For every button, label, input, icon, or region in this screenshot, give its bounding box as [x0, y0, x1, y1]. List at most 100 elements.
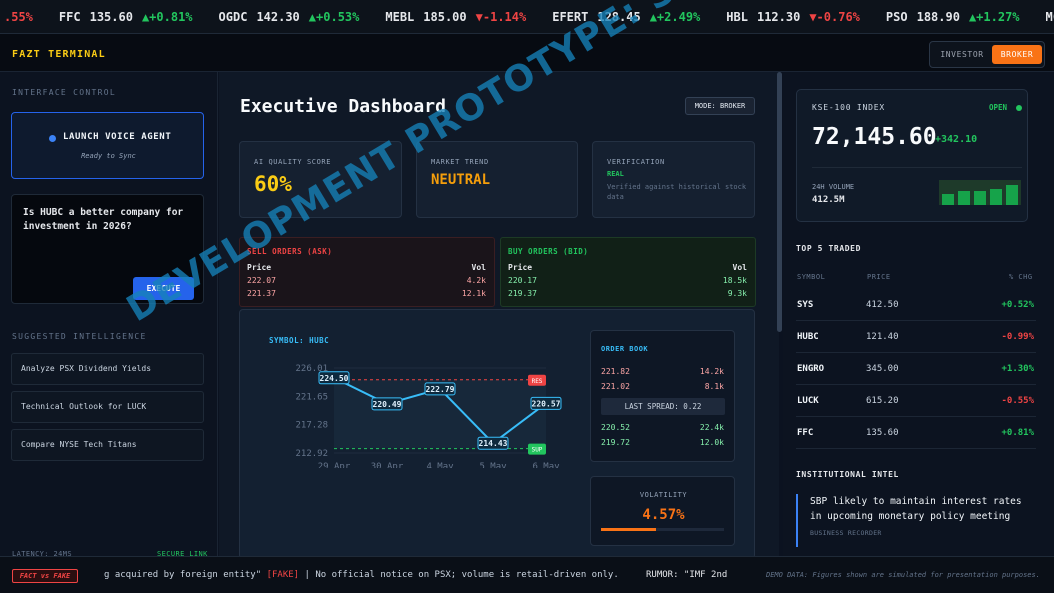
query-input-box[interactable]: Is HUBC a better company for investment …	[11, 194, 204, 304]
ticker-item: HBL 112.30 ▼-0.76%	[726, 10, 860, 24]
vol-cell: 12.1k	[461, 289, 486, 298]
vol-cell: 4.2k	[466, 276, 486, 285]
ticker-symbol: PSO	[885, 9, 908, 24]
order-book-panel: ORDER BOOK 221.82 14.2k 221.02 8.1k LAST S…	[590, 330, 735, 462]
cell-p: 345.00	[866, 364, 899, 374]
chart-symbol-label: SYMBOL: HUBC	[269, 336, 330, 345]
x-tick-label: 5 May	[479, 462, 507, 468]
bottom-bar: FACT vs FAKE g acquired by foreign entit…	[0, 556, 1054, 593]
table-row[interactable]: SYS 412.50 +0.52%	[796, 289, 1036, 321]
sell-orders-title: SELL ORDERS (ASK)	[247, 247, 333, 256]
x-tick-label: 30 Apr	[371, 462, 404, 468]
ticker-symbol: EFERT	[552, 9, 589, 24]
volume-bar	[1006, 185, 1018, 205]
cell-s: FFC	[797, 428, 814, 438]
table-row[interactable]: FFC 135.60 +0.81%	[796, 417, 1036, 449]
suggested-intelligence-label: SUGGESTED INTELLIGENCE	[12, 332, 147, 341]
news-source: BUSINESS RECORDER	[810, 529, 882, 537]
table-row[interactable]: HUBC 121.40 -0.99%	[796, 321, 1036, 353]
y-tick-label: 217.28	[295, 421, 328, 431]
ticker-item: FFC 135.60 ▲+0.81%	[59, 10, 193, 24]
voice-agent-title: LAUNCH VOICE AGENT	[63, 132, 172, 142]
vol-cell: 14.2k	[699, 367, 724, 376]
ticker-item: OGDC 142.30 ▲+0.53%	[219, 10, 360, 24]
market-trend-card: MARKET TREND NEUTRAL	[416, 141, 578, 218]
suggestion-item[interactable]: Analyze PSX Dividend Yields	[11, 353, 204, 385]
table-row: 222.07 4.2k	[247, 276, 486, 285]
price-cell: 220.17	[508, 276, 537, 285]
cell-c: +0.52%	[1001, 300, 1034, 310]
volatility-bar-fill	[601, 528, 657, 531]
table-row: 220.17 18.5k	[508, 276, 747, 285]
col-vol: Vol	[471, 263, 486, 272]
kse-index-card: KSE-100 INDEX OPEN 72,145.60 +342.10 24H…	[796, 89, 1028, 222]
investor-toggle-button[interactable]: INVESTOR	[934, 45, 990, 64]
card-label: MARKET TREND	[431, 158, 489, 166]
launch-voice-agent-button[interactable]: LAUNCH VOICE AGENT Ready to Sync	[11, 112, 204, 179]
ticker-change: ▲+0.53%	[308, 9, 360, 24]
last-spread: LAST SPREAD: 0.22	[601, 398, 725, 415]
order-book-title: ORDER BOOK	[601, 345, 649, 353]
ask-row: 221.82 14.2k	[601, 367, 724, 376]
price-cell: 222.07	[247, 276, 276, 285]
crawl-text: | No official notice on PSX; volume is r…	[304, 570, 619, 580]
ai-quality-card: AI QUALITY SCORE 60%	[239, 141, 402, 218]
ticker-item: .55%	[0, 10, 33, 24]
volume-value: 412.5M	[812, 195, 845, 205]
vol-cell: 8.1k	[704, 382, 724, 391]
index-value: 72,145.60	[812, 124, 937, 150]
ticker-change: ▲+0.81%	[141, 9, 193, 24]
volume-bar	[990, 188, 1002, 205]
data-label: 224.50	[320, 374, 349, 383]
suggestion-item[interactable]: Compare NYSE Tech Titans	[11, 429, 204, 461]
divider	[812, 167, 1022, 168]
main-scrollbar[interactable]	[777, 72, 782, 332]
ticker-price: 142.30	[256, 9, 300, 24]
res-label: RES	[532, 378, 543, 385]
cell-c: +0.81%	[1001, 428, 1034, 438]
vol-cell: 22.4k	[699, 423, 724, 432]
cell-p: 412.50	[866, 300, 899, 310]
cell-s: HUBC	[797, 332, 819, 342]
table-row[interactable]: LUCK 615.20 -0.55%	[796, 385, 1036, 417]
ticker-item: EFERT 128.45 ▲+2.49%	[552, 10, 700, 24]
news-item[interactable]: SBP likely to maintain interest rates in…	[796, 494, 1036, 547]
main-dashboard: Executive Dashboard MODE: BROKER AI QUAL…	[219, 72, 779, 559]
col-price: Price	[508, 263, 533, 272]
x-tick-label: 6 May	[532, 462, 560, 468]
verification-note: Verified against historical stock data	[607, 183, 747, 201]
cell-c: +1.30%	[1001, 364, 1034, 374]
suggestion-item[interactable]: Technical Outlook for LUCK	[11, 391, 204, 423]
index-change: +342.10	[935, 134, 978, 145]
verification-card: VERIFICATION REAL Verified against histo…	[592, 141, 755, 218]
volume-bar	[958, 191, 970, 205]
volatility-bar	[601, 528, 724, 531]
table-row[interactable]: ENGRO 345.00 +1.30%	[796, 353, 1036, 385]
card-label: VERIFICATION	[607, 158, 665, 166]
table-row: 221.37 12.1k	[247, 289, 486, 298]
status-dot-icon	[49, 135, 56, 142]
buy-orders-title: BUY ORDERS (BID)	[508, 247, 589, 256]
broker-toggle-button[interactable]: BROKER	[992, 45, 1042, 64]
ticker-change: ▲+1.27%	[968, 9, 1020, 24]
volatility-label: VOLATILITY	[639, 491, 688, 499]
vol-cell: 18.5k	[722, 276, 747, 285]
interface-control-label: INTERFACE CONTROL	[12, 88, 116, 97]
ticker-price: 135.60	[89, 9, 133, 24]
query-text[interactable]: Is HUBC a better company for investment …	[23, 206, 193, 234]
col-price: PRICE	[867, 273, 891, 281]
verification-value: REAL	[607, 170, 624, 178]
table-header: Price Vol	[247, 263, 486, 272]
top-header: FAZT TERMINAL INVESTOR BROKER	[0, 34, 1054, 72]
news-crawl: g acquired by foreign entity" [FAKE] | N…	[104, 570, 619, 580]
price-cell: 219.37	[508, 289, 537, 298]
ticker-price: 185.00	[423, 9, 467, 24]
price-line-chart: 226.01221.65217.28212.92224.50220.49222.…	[295, 364, 562, 468]
y-tick-label: 212.92	[295, 449, 328, 459]
execute-button[interactable]: EXECUTE	[133, 277, 194, 300]
institutional-intel-title: INSTITUTIONAL INTEL	[796, 470, 899, 479]
cell-p: 615.20	[866, 396, 899, 406]
buy-orders-panel: BUY ORDERS (BID) Price Vol 220.17 18.5k 21…	[500, 237, 756, 307]
fact-vs-fake-badge[interactable]: FACT vs FAKE	[12, 569, 78, 583]
crawl-text: g acquired by foreign entity"	[104, 570, 262, 580]
